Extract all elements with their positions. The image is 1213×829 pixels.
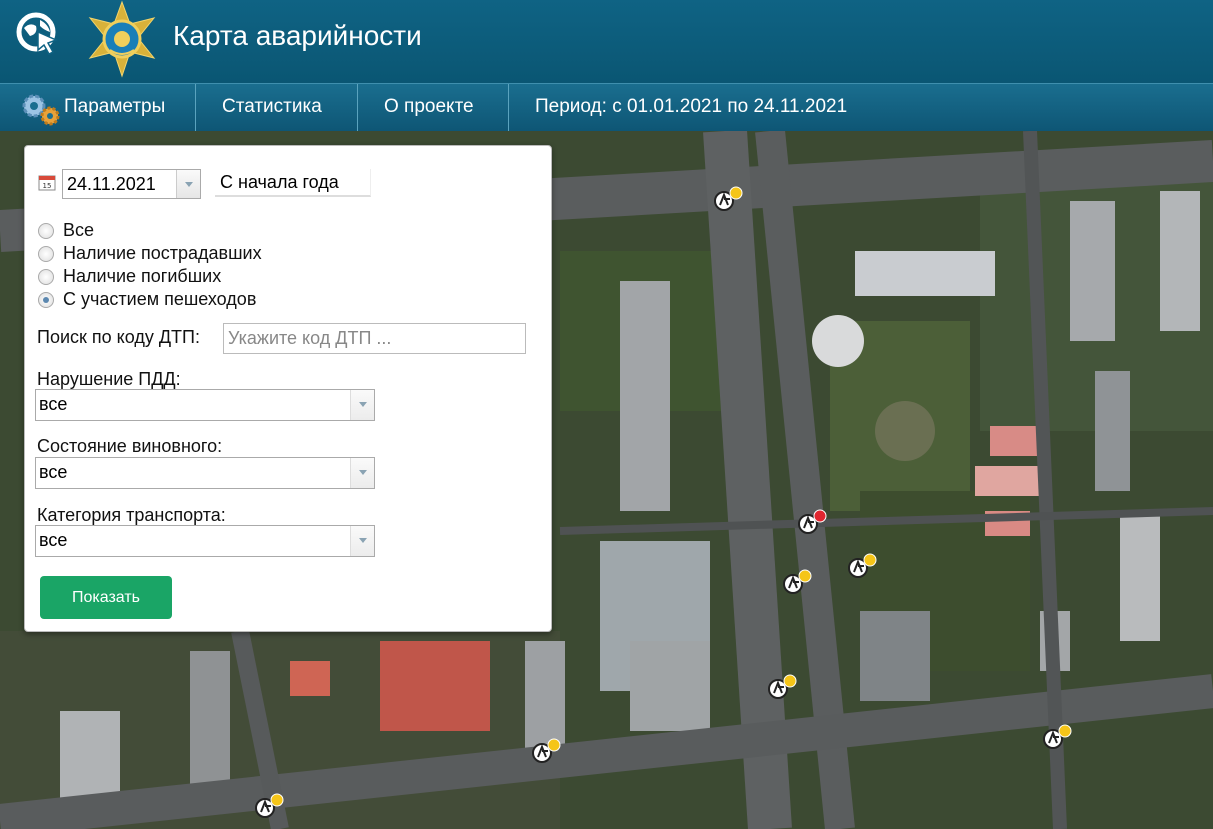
select-value: все [39, 394, 68, 414]
select-dropdown-button[interactable] [350, 458, 374, 488]
date-picker [62, 169, 201, 199]
culprit-label: Состояние виновного: [37, 436, 223, 456]
pedestrian-injured-marker-icon[interactable] [783, 568, 813, 596]
radio-pedestrians[interactable]: С участием пешеходов [38, 288, 256, 311]
chevron-down-icon [185, 182, 193, 187]
transport-select[interactable]: все [35, 525, 375, 557]
nav-params[interactable]: Параметры [64, 84, 165, 131]
globe-cursor-icon[interactable] [16, 12, 60, 56]
show-button[interactable]: Показать [40, 576, 172, 619]
nav-divider [195, 84, 196, 131]
pedestrian-injured-marker-icon[interactable] [848, 552, 878, 580]
nav-divider [508, 84, 509, 131]
nav-divider [357, 84, 358, 131]
pedestrian-injured-marker-icon[interactable] [768, 673, 798, 701]
accident-code-input[interactable] [223, 323, 526, 354]
transport-label: Категория транспорта: [37, 505, 226, 525]
nav-about[interactable]: О проекте [384, 84, 474, 131]
select-value: все [39, 462, 68, 482]
select-value: все [39, 530, 68, 550]
parameters-panel: 15 С начала года Все Наличие пострадавши… [24, 145, 552, 632]
radio-circle-checked[interactable] [38, 291, 54, 308]
date-dropdown-button[interactable] [176, 170, 200, 198]
year-to-date-button[interactable]: С начала года [215, 169, 371, 197]
gears-icon[interactable] [18, 90, 62, 126]
radio-circle[interactable] [38, 245, 54, 262]
radio-injured[interactable]: Наличие пострадавших [38, 242, 262, 265]
state-emblem-icon [88, 0, 156, 78]
violation-select[interactable]: все [35, 389, 375, 421]
date-input[interactable] [67, 174, 175, 195]
violation-label: Нарушение ПДД: [37, 369, 181, 389]
radio-dead[interactable]: Наличие погибших [38, 265, 221, 288]
pedestrian-dead-marker-icon[interactable] [798, 508, 828, 536]
nav-stats[interactable]: Статистика [222, 84, 322, 131]
app-title: Карта аварийности [173, 20, 422, 51]
radio-label: Наличие погибших [63, 266, 222, 286]
select-dropdown-button[interactable] [350, 526, 374, 556]
chevron-down-icon [359, 402, 367, 407]
app-header: Карта аварийности [0, 0, 1213, 83]
chevron-down-icon [359, 470, 367, 475]
radio-label: Наличие пострадавших [63, 243, 262, 263]
search-label: Поиск по коду ДТП: [37, 327, 200, 347]
pedestrian-injured-marker-icon[interactable] [1043, 723, 1073, 751]
radio-circle[interactable] [38, 222, 54, 239]
svg-text:15: 15 [43, 182, 52, 190]
culprit-select[interactable]: все [35, 457, 375, 489]
radio-all[interactable]: Все [38, 219, 94, 242]
period-label: Период: с 01.01.2021 по 24.11.2021 [535, 96, 848, 117]
select-dropdown-button[interactable] [350, 390, 374, 420]
radio-circle[interactable] [38, 268, 54, 285]
pedestrian-injured-marker-icon[interactable] [714, 185, 744, 213]
pedestrian-injured-marker-icon[interactable] [255, 792, 285, 820]
pedestrian-injured-marker-icon[interactable] [532, 737, 562, 765]
chevron-down-icon [359, 538, 367, 543]
main-nav: Параметры Статистика О проекте Период: с… [0, 83, 1213, 131]
radio-label: С участием пешеходов [63, 289, 257, 309]
radio-label: Все [63, 220, 95, 240]
calendar-icon[interactable]: 15 [38, 173, 56, 191]
